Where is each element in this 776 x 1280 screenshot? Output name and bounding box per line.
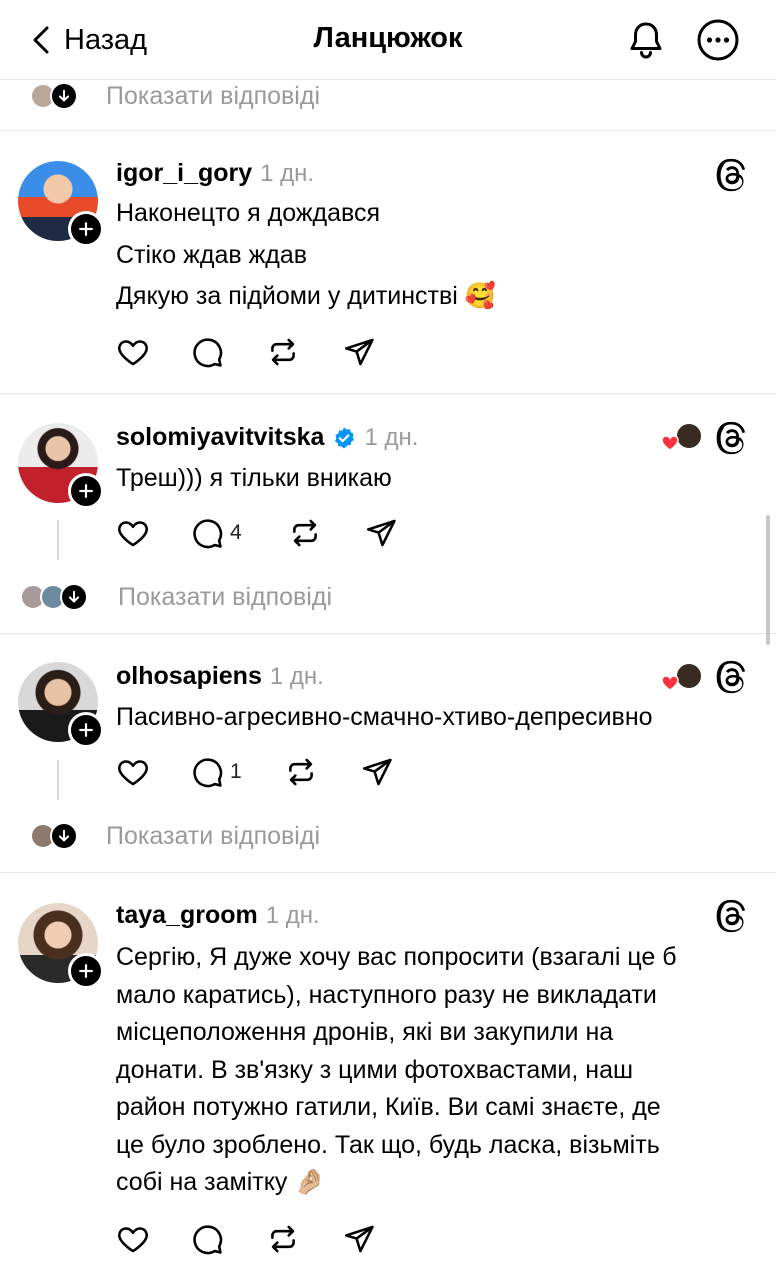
show-replies-label: Показати відповіді	[106, 81, 321, 110]
show-replies-label: Показати відповіді	[106, 821, 321, 850]
show-replies-row[interactable]: Показати відповіді	[0, 74, 776, 118]
avatar[interactable]	[18, 903, 104, 989]
timestamp: 1 дн.	[364, 423, 419, 451]
text-line: Наконецто я дождався	[116, 199, 381, 227]
divider	[0, 130, 776, 131]
repost-icon	[284, 755, 318, 789]
threads-icon	[716, 421, 750, 455]
text-line: це було зроблено. Так що, будь ласка, ві…	[116, 1130, 660, 1159]
threads-icon	[716, 158, 750, 192]
repost-button[interactable]	[288, 515, 322, 551]
post-header: igor_i_gory 1 дн.	[116, 159, 314, 188]
text-line: донати. В зв'язку з цими фотохвастами, н…	[116, 1055, 634, 1084]
divider	[0, 393, 776, 394]
share-button[interactable]	[342, 1221, 376, 1257]
avatar[interactable]	[18, 161, 104, 247]
top-bar: Назад Ланцюжок	[0, 0, 776, 80]
post-text: Наконецто я дождався Стіко ждав ждав Дяк…	[116, 195, 752, 316]
avatar[interactable]	[18, 423, 104, 509]
comment-icon	[190, 516, 224, 550]
arrow-down-icon	[60, 583, 88, 611]
comment-icon	[190, 335, 224, 369]
follow-button[interactable]	[68, 712, 104, 748]
arrow-down-icon	[50, 822, 78, 850]
timestamp: 1 дн.	[265, 901, 320, 929]
repost-button[interactable]	[266, 334, 300, 370]
username[interactable]: igor_i_gory	[116, 159, 252, 188]
comment-icon	[190, 755, 224, 789]
show-replies-label: Показати відповіді	[118, 582, 333, 611]
text-line: Дякую за підйоми у дитинстві 🥰	[116, 282, 496, 310]
share-icon	[342, 1222, 376, 1256]
share-icon	[360, 755, 394, 789]
heart-icon	[116, 516, 150, 550]
post-text: Треш))) я тільки вникаю	[116, 460, 752, 498]
share-button[interactable]	[360, 754, 394, 790]
text-line: Треш))) я тільки вникаю	[116, 464, 392, 492]
text-line: місцеположення дронів, які ви закупили н…	[116, 1018, 614, 1046]
comment-button[interactable]	[190, 334, 224, 370]
heart-icon	[116, 1222, 150, 1256]
username[interactable]: solomiyavitvitska	[116, 423, 324, 452]
heart-icon	[116, 755, 150, 789]
repost-button[interactable]	[266, 1221, 300, 1257]
threads-icon	[716, 899, 750, 933]
post-header: solomiyavitvitska 1 дн.	[116, 423, 418, 452]
repost-icon	[288, 516, 322, 550]
scrollbar[interactable]	[766, 515, 770, 645]
comment-button[interactable]: 1	[190, 754, 242, 790]
avatar[interactable]	[18, 662, 104, 748]
timestamp: 1 дн.	[269, 662, 324, 690]
username[interactable]: taya_groom	[116, 901, 258, 930]
liked-by-author-indicator	[661, 662, 703, 691]
thread-line	[57, 760, 59, 800]
comment-icon	[190, 1222, 224, 1256]
timestamp: 1 дн.	[260, 159, 315, 187]
like-button[interactable]	[116, 754, 150, 790]
repost-icon	[266, 1222, 300, 1256]
share-button[interactable]	[342, 334, 376, 370]
follow-button[interactable]	[68, 211, 104, 247]
text-line: Пасивно-агресивно-смачно-хтиво-депресивн…	[116, 703, 653, 731]
comment-button[interactable]: 4	[190, 515, 242, 551]
post-header: taya_groom 1 дн.	[116, 901, 320, 930]
arrow-down-icon	[50, 82, 78, 110]
post-text: Пасивно-агресивно-смачно-хтиво-депресивн…	[116, 699, 752, 737]
follow-button[interactable]	[68, 953, 104, 989]
share-icon	[342, 335, 376, 369]
liked-by-author-indicator	[661, 422, 703, 451]
show-replies-row[interactable]: Показати відповіді	[0, 814, 776, 858]
text-line: собі на замітку 🤌🏼	[116, 1168, 326, 1196]
thread-line	[57, 520, 59, 560]
reply-count: 1	[230, 760, 242, 783]
post-header: olhosapiens 1 дн.	[116, 662, 324, 691]
comment-button[interactable]	[190, 1221, 224, 1257]
reply-count: 4	[230, 521, 242, 544]
heart-icon	[116, 335, 150, 369]
like-button[interactable]	[116, 1221, 150, 1257]
divider	[0, 872, 776, 873]
more-icon[interactable]	[696, 18, 740, 62]
repost-icon	[266, 335, 300, 369]
divider	[0, 633, 776, 634]
post-text: Сергію, Я дуже хочу вас попросити (взага…	[116, 939, 752, 1202]
username[interactable]: olhosapiens	[116, 662, 262, 691]
text-line: район потужно гатили, Київ. Ви самі знає…	[116, 1093, 661, 1121]
bell-icon[interactable]	[624, 18, 668, 62]
like-button[interactable]	[116, 334, 150, 370]
verified-badge-icon	[335, 427, 355, 448]
share-button[interactable]	[364, 515, 398, 551]
share-icon	[364, 516, 398, 550]
show-replies-row[interactable]: Показати відповіді	[0, 575, 776, 619]
repost-button[interactable]	[284, 754, 318, 790]
text-line: Сергію, Я дуже хочу вас попросити (взага…	[116, 943, 677, 971]
like-button[interactable]	[116, 515, 150, 551]
text-line: Стіко ждав ждав	[116, 240, 308, 269]
threads-icon	[716, 660, 750, 694]
follow-button[interactable]	[68, 473, 104, 509]
text-line: мало каратись), наступного разу не викла…	[116, 980, 657, 1009]
